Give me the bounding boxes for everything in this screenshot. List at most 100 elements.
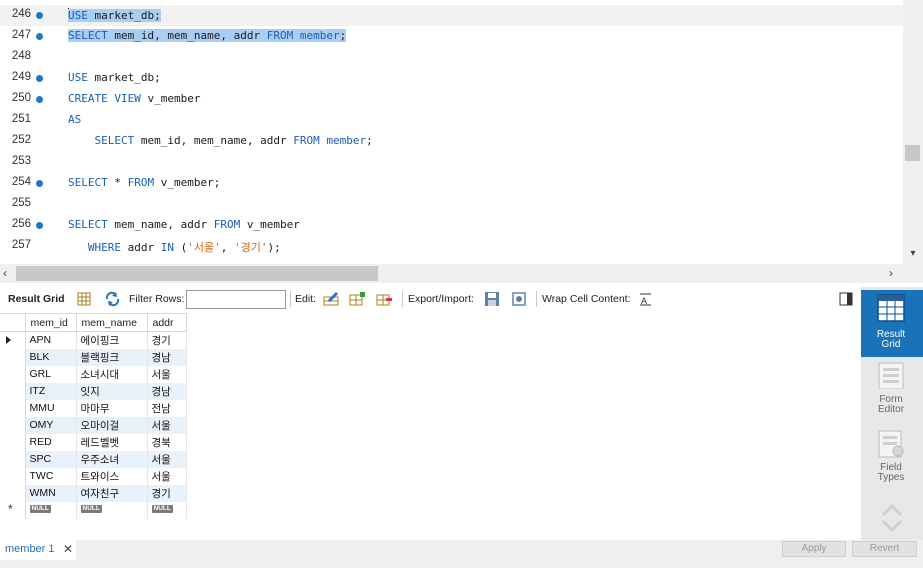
form-editor-panel-button[interactable]: Form Editor	[861, 357, 923, 424]
cell-addr[interactable]: 경남	[147, 382, 187, 400]
editor-horizontal-scrollbar[interactable]: ‹ ›	[0, 264, 903, 283]
cell-mem-id[interactable]: OMY	[25, 416, 77, 434]
cell-mem-name[interactable]: 레드벨벳	[76, 433, 148, 451]
table-row[interactable]: OMY 오마이걸 서울	[0, 416, 187, 434]
row-header[interactable]	[0, 467, 26, 485]
table-row[interactable]: MMU 마마무 전남	[0, 399, 187, 417]
editor-line[interactable]: 250 CREATE VIEW v_member	[0, 89, 903, 110]
column-header-mem-id[interactable]: mem_id	[24, 313, 77, 332]
cell-mem-name[interactable]: 블랙핑크	[76, 348, 148, 366]
new-row-cell[interactable]: NULL	[147, 501, 187, 519]
column-header-addr[interactable]: addr	[146, 313, 187, 332]
code-text[interactable]: CREATE VIEW v_member	[68, 92, 200, 105]
row-header[interactable]	[0, 399, 26, 417]
cell-mem-id[interactable]: RED	[25, 433, 77, 451]
result-tab-label[interactable]: member 1	[5, 543, 55, 555]
code-text[interactable]: SELECT mem_id, mem_name, addr FROM membe…	[68, 29, 347, 42]
table-row[interactable]: BLK 블랙핑크 경남	[0, 348, 187, 366]
table-row[interactable]: GRL 소녀시대 서울	[0, 365, 187, 383]
result-grid[interactable]: mem_id mem_name addr APN 에이핑크 경기 BLK 블랙핑크 경남 G…	[0, 313, 860, 540]
editor-line[interactable]: 253	[0, 152, 903, 173]
cell-mem-name[interactable]: 여자친구	[76, 484, 148, 502]
new-row-cell[interactable]: NULL	[25, 501, 77, 519]
editor-line[interactable]: 257 WHERE addr IN ('서울', '경기');	[0, 236, 903, 257]
cell-mem-id[interactable]: ITZ	[25, 382, 77, 400]
code-text[interactable]: WHERE addr IN ('서울', '경기');	[68, 239, 281, 255]
filter-rows-input[interactable]	[186, 290, 286, 309]
row-header[interactable]	[0, 365, 26, 383]
field-types-panel-button[interactable]: Field Types	[861, 425, 923, 492]
code-text[interactable]: SELECT mem_name, addr FROM v_member	[68, 218, 300, 231]
cell-mem-name[interactable]: 잇지	[76, 382, 148, 400]
toggle-side-panel-icon[interactable]	[838, 291, 855, 307]
statement-marker-icon[interactable]	[36, 96, 43, 103]
sql-editor[interactable]: 246 USE market_db; 247 SELECT mem_id, mem_n…	[0, 0, 903, 264]
cell-mem-id[interactable]: SPC	[25, 450, 77, 468]
cell-mem-name[interactable]: 마마무	[76, 399, 148, 417]
row-header[interactable]	[0, 416, 26, 434]
editor-vertical-scrollbar[interactable]: ▾	[903, 0, 923, 264]
row-header[interactable]	[0, 450, 26, 468]
table-row[interactable]: WMN 여자친구 경기	[0, 484, 187, 502]
cell-addr[interactable]: 서울	[147, 450, 187, 468]
editor-vertical-scroll-thumb[interactable]	[905, 145, 920, 161]
grid-icon[interactable]	[76, 291, 93, 307]
scroll-left-arrow-icon[interactable]: ‹	[3, 266, 7, 280]
table-row[interactable]: APN 에이핑크 경기	[0, 331, 187, 349]
cell-addr[interactable]: 경남	[147, 348, 187, 366]
editor-line[interactable]: 256 SELECT mem_name, addr FROM v_member	[0, 215, 903, 236]
cell-mem-id[interactable]: MMU	[25, 399, 77, 417]
cell-addr[interactable]: 경기	[147, 484, 187, 502]
scroll-down-arrow-icon[interactable]: ▾	[903, 248, 923, 259]
table-row[interactable]: TWC 트와이스 서울	[0, 467, 187, 485]
row-header[interactable]	[0, 331, 26, 349]
code-text[interactable]: SELECT * FROM v_member;	[68, 176, 220, 189]
delete-row-icon[interactable]	[376, 291, 393, 307]
cell-addr[interactable]: 전남	[147, 399, 187, 417]
apply-button[interactable]: Apply	[782, 541, 846, 557]
result-table[interactable]: mem_id mem_name addr APN 에이핑크 경기 BLK 블랙핑크 경남 G…	[0, 313, 187, 519]
cell-addr[interactable]: 서울	[147, 365, 187, 383]
edit-row-icon[interactable]	[323, 291, 340, 307]
editor-horizontal-scroll-thumb[interactable]	[16, 266, 378, 281]
editor-line[interactable]: 255	[0, 194, 903, 215]
cell-addr[interactable]: 서울	[147, 416, 187, 434]
editor-line[interactable]: 254 SELECT * FROM v_member;	[0, 173, 903, 194]
table-row[interactable]: RED 레드벨벳 경북	[0, 433, 187, 451]
cell-mem-name[interactable]: 에이핑크	[76, 331, 148, 349]
insert-row-icon[interactable]	[349, 291, 366, 307]
cell-addr[interactable]: 경북	[147, 433, 187, 451]
column-header-mem-name[interactable]: mem_name	[75, 313, 148, 332]
statement-marker-icon[interactable]	[36, 12, 43, 19]
cell-addr[interactable]: 경기	[147, 331, 187, 349]
result-grid-label[interactable]: Result Grid	[8, 293, 65, 305]
statement-marker-icon[interactable]	[36, 222, 43, 229]
cell-mem-id[interactable]: GRL	[25, 365, 77, 383]
refresh-icon[interactable]	[104, 291, 121, 307]
row-header[interactable]	[0, 348, 26, 366]
result-grid-panel-button[interactable]: Result Grid	[861, 290, 923, 357]
revert-button[interactable]: Revert	[852, 541, 917, 557]
cell-mem-id[interactable]: APN	[25, 331, 77, 349]
cell-mem-name[interactable]: 오마이걸	[76, 416, 148, 434]
table-row[interactable]: ITZ 잇지 경남	[0, 382, 187, 400]
row-header[interactable]: *	[0, 501, 26, 519]
wrap-text-icon[interactable]: A	[637, 291, 654, 307]
row-header[interactable]	[0, 484, 26, 502]
close-tab-icon[interactable]: ✕	[63, 542, 73, 556]
row-header[interactable]	[0, 433, 26, 451]
code-text[interactable]: USE market_db;	[68, 71, 161, 84]
editor-line[interactable]: 252 SELECT mem_id, mem_name, addr FROM m…	[0, 131, 903, 152]
import-icon[interactable]	[511, 291, 528, 307]
cell-mem-id[interactable]: WMN	[25, 484, 77, 502]
statement-marker-icon[interactable]	[36, 180, 43, 187]
row-header[interactable]	[0, 382, 26, 400]
editor-line[interactable]: 251 AS	[0, 110, 903, 131]
cell-addr[interactable]: 서울	[147, 467, 187, 485]
cell-mem-name[interactable]: 트와이스	[76, 467, 148, 485]
code-text[interactable]: USE market_db;	[68, 8, 161, 22]
table-row[interactable]: SPC 우주소녀 서울	[0, 450, 187, 468]
statement-marker-icon[interactable]	[36, 75, 43, 82]
code-text[interactable]: AS	[68, 113, 81, 126]
editor-line[interactable]: 248	[0, 47, 903, 68]
